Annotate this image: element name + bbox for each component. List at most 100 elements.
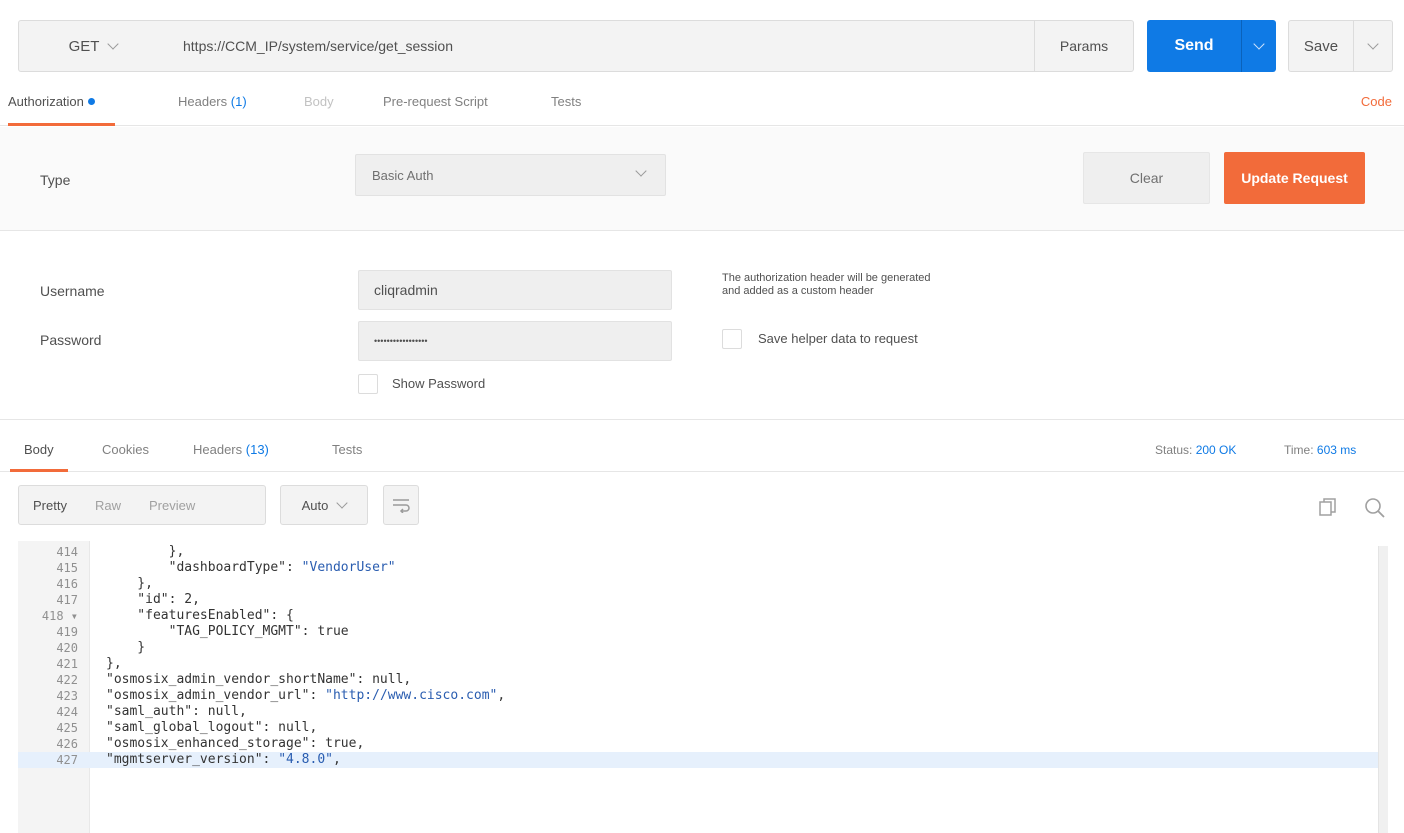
tab-authorization[interactable]: Authorization xyxy=(8,94,115,126)
tab-tests[interactable]: Tests xyxy=(551,94,581,126)
line-number: 427 xyxy=(56,753,78,767)
pretty-button[interactable]: Pretty xyxy=(19,498,81,513)
search-icon[interactable] xyxy=(1364,497,1386,519)
code-text: }, xyxy=(106,576,153,591)
line-number: 421 xyxy=(56,657,78,671)
send-dropdown-button[interactable] xyxy=(1241,20,1276,72)
save-dropdown-button[interactable] xyxy=(1353,20,1393,72)
code-line: 425 "saml_global_logout": null, xyxy=(18,720,1378,736)
line-number: 416 xyxy=(56,577,78,591)
request-bar: GET https://CCM_IP/system/service/get_se… xyxy=(0,0,1404,88)
tab-headers-count: (1) xyxy=(230,94,247,109)
save-label: Save xyxy=(1303,37,1339,55)
update-request-button[interactable]: Update Request xyxy=(1224,152,1365,204)
code-text: "saml_auth": null, xyxy=(106,704,247,719)
status-readout: Status: 200 OK xyxy=(1155,443,1236,457)
copy-icon[interactable] xyxy=(1318,497,1338,517)
code-line: 421}, xyxy=(18,656,1378,672)
help-line-2: and added as a custom header xyxy=(722,285,874,297)
tab-response-headers[interactable]: Headers (13) xyxy=(193,442,269,472)
line-number: 417 xyxy=(56,593,78,607)
code-text: }, xyxy=(106,656,122,671)
code-text: "featuresEnabled": { xyxy=(106,608,294,623)
tab-prerequest-label: Pre-request Script xyxy=(383,94,488,109)
code-line: 423 "osmosix_admin_vendor_url": "http://w… xyxy=(18,688,1378,704)
save-button[interactable]: Save xyxy=(1288,20,1354,72)
code-text: "id": 2, xyxy=(106,592,200,607)
auth-type-select[interactable]: Basic Auth xyxy=(355,154,666,196)
password-field[interactable]: ••••••••••••••••• xyxy=(358,321,672,361)
code-text: "saml_global_logout": null, xyxy=(106,720,318,735)
response-toolbar: Pretty Raw Preview Auto xyxy=(0,473,1404,541)
line-number: 420 xyxy=(56,641,78,655)
save-helper-label: Save helper data to request xyxy=(758,331,918,346)
code-text: "osmosix_admin_vendor_url": "http://www.… xyxy=(106,688,506,703)
tab-cookies-label: Cookies xyxy=(102,442,149,457)
tab-headers-label: Headers xyxy=(178,94,228,109)
password-value: ••••••••••••••••• xyxy=(374,336,428,346)
response-body-code[interactable]: 414 }, 415 "dashboardType": "VendorUser" 4… xyxy=(18,541,1390,833)
send-label: Send xyxy=(1174,37,1214,54)
line-number: 414 xyxy=(56,545,78,559)
code-line: 417 "id": 2, xyxy=(18,592,1378,608)
code-line: 422 "osmosix_admin_vendor_shortName": nul… xyxy=(18,672,1378,688)
tab-response-body-label: Body xyxy=(24,442,54,457)
tab-body-label: Body xyxy=(304,94,334,109)
code-text: "osmosix_admin_vendor_shortName": null, xyxy=(106,672,412,687)
update-request-label: Update Request xyxy=(1241,170,1348,186)
username-value: cliqradmin xyxy=(374,282,438,298)
auth-type-section: Type Basic Auth Clear Update Request xyxy=(0,127,1404,231)
tab-cookies[interactable]: Cookies xyxy=(102,442,149,472)
code-line: 427 "mgmtserver_version": "4.8.0", xyxy=(18,752,1378,768)
line-number: 426 xyxy=(56,737,78,751)
chevron-down-icon xyxy=(1367,38,1379,50)
username-field[interactable]: cliqradmin xyxy=(358,270,672,310)
code-line: 424 "saml_auth": null, xyxy=(18,704,1378,720)
time-readout: Time: 603 ms xyxy=(1284,443,1356,457)
time-value: 603 ms xyxy=(1316,443,1357,457)
status-label: Status: xyxy=(1155,443,1193,457)
clear-button[interactable]: Clear xyxy=(1083,152,1210,204)
tab-response-headers-count: (13) xyxy=(245,442,269,457)
line-number: 425 xyxy=(56,721,78,735)
view-mode-segmented: Pretty Raw Preview xyxy=(18,485,266,525)
code-text: "dashboardType": "VendorUser" xyxy=(106,560,396,575)
send-button[interactable]: Send xyxy=(1147,20,1241,72)
params-button[interactable]: Params xyxy=(1034,20,1134,72)
help-line-1: The authorization header will be generat… xyxy=(722,272,931,284)
code-line: 414 }, xyxy=(18,544,1378,560)
tab-headers[interactable]: Headers (1) xyxy=(178,94,247,126)
modified-dot-icon xyxy=(87,98,95,105)
tab-response-tests[interactable]: Tests xyxy=(332,442,362,472)
line-number: 424 xyxy=(56,705,78,719)
wrap-lines-icon xyxy=(393,499,410,513)
clear-label: Clear xyxy=(1129,170,1164,186)
code-text: "mgmtserver_version": "4.8.0", xyxy=(106,752,341,767)
chevron-down-icon xyxy=(107,38,120,50)
preview-button[interactable]: Preview xyxy=(135,498,209,513)
code-link[interactable]: Code xyxy=(1361,94,1392,109)
method-select[interactable]: GET xyxy=(18,20,168,72)
type-label: Type xyxy=(40,172,71,188)
code-line: 416 }, xyxy=(18,576,1378,592)
tab-response-body[interactable]: Body xyxy=(10,442,68,472)
show-password-checkbox[interactable] xyxy=(358,374,378,394)
chevron-down-icon xyxy=(336,497,349,509)
time-label: Time: xyxy=(1284,443,1314,457)
wrap-lines-button[interactable] xyxy=(383,485,419,525)
tab-tests-label: Tests xyxy=(551,94,582,109)
tab-body[interactable]: Body xyxy=(304,94,334,126)
tab-response-tests-label: Tests xyxy=(332,442,363,457)
url-text: https://CCM_IP/system/service/get_sessio… xyxy=(183,38,453,54)
code-line: 420 } xyxy=(18,640,1378,656)
code-text: "osmosix_enhanced_storage": true, xyxy=(106,736,365,751)
raw-button[interactable]: Raw xyxy=(81,498,135,513)
format-select[interactable]: Auto xyxy=(280,485,368,525)
tab-prerequest-script[interactable]: Pre-request Script xyxy=(383,94,488,126)
params-label: Params xyxy=(1059,38,1109,54)
save-helper-checkbox[interactable] xyxy=(722,329,742,349)
show-password-label: Show Password xyxy=(392,376,486,391)
url-input[interactable]: https://CCM_IP/system/service/get_sessio… xyxy=(167,20,1035,72)
code-text: "TAG_POLICY_MGMT": true xyxy=(106,624,349,639)
code-scrollbar[interactable] xyxy=(1378,546,1388,833)
